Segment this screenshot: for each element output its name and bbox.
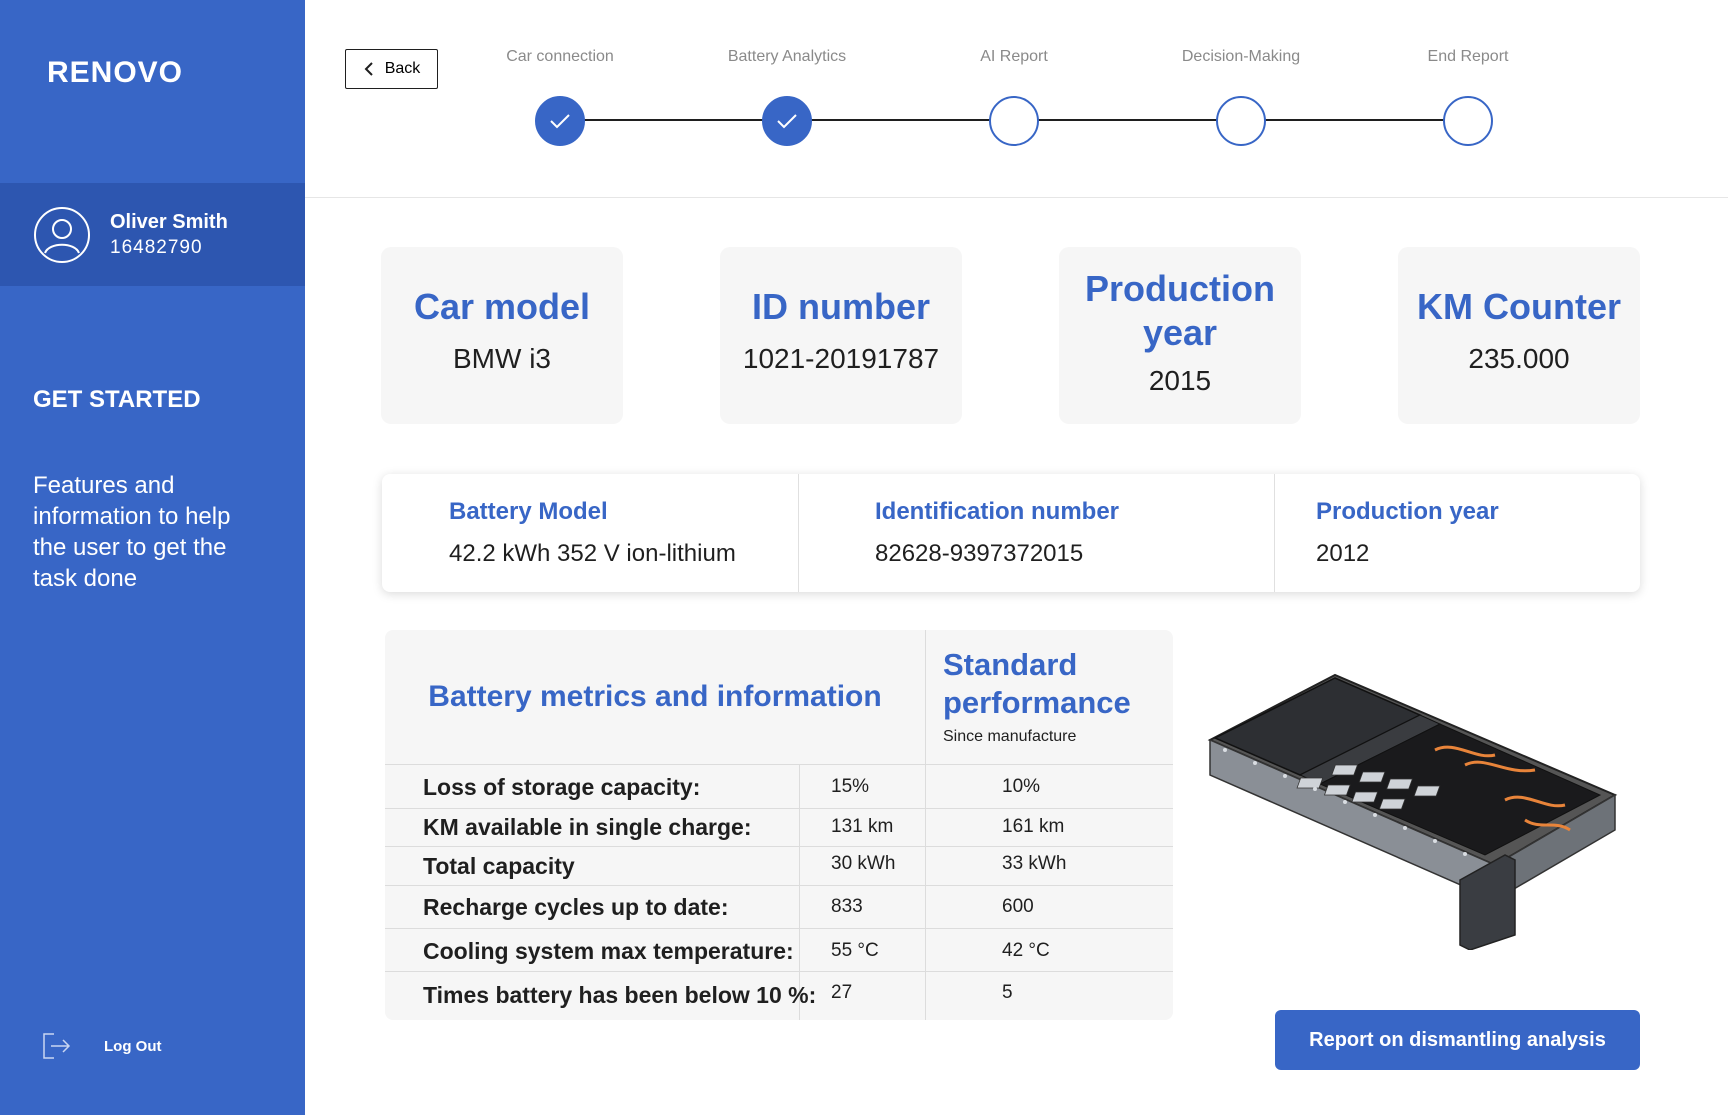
- metric-current: 15%: [831, 776, 870, 797]
- car-model-card: Car model BMW i3: [381, 247, 623, 424]
- metric-label: Recharge cycles up to date:: [423, 894, 729, 920]
- card-value: BMW i3: [453, 343, 551, 374]
- chevron-left-icon: [364, 62, 373, 76]
- table-row: Cooling system max temperature: 55 °C 42…: [385, 928, 1173, 971]
- metrics-title: Battery metrics and information: [428, 680, 882, 713]
- metric-label: Cooling system max temperature:: [423, 938, 794, 964]
- metric-standard: 5: [1002, 982, 1013, 1003]
- get-started-description: Features and information to help the use…: [33, 472, 231, 592]
- logout-label: Log Out: [104, 1037, 162, 1055]
- header-divider: [305, 197, 1728, 198]
- id-number-card: ID number 1021-20191787: [720, 247, 962, 424]
- standard-performance-header: Standard performance Since manufacture: [943, 646, 1143, 746]
- step-car-connection[interactable]: Car connection: [460, 48, 660, 146]
- user-id: 16482790: [110, 237, 203, 258]
- production-year-card: Production year 2015: [1059, 247, 1301, 424]
- back-label: Back: [384, 60, 421, 77]
- sidebar: RENOVO Oliver Smith 16482790 GET STARTED…: [0, 0, 305, 1115]
- step-indicator: [989, 96, 1039, 146]
- card-value: 2015: [1148, 365, 1212, 396]
- step-indicator: [1443, 96, 1493, 146]
- standard-title: Standard performance: [943, 647, 1131, 720]
- km-counter-card: KM Counter 235.000: [1398, 247, 1640, 424]
- card-title: ID number: [751, 286, 930, 327]
- battery-pack-image: [1207, 673, 1618, 950]
- metric-current: 55 °C: [831, 940, 879, 961]
- logout-button[interactable]: Log Out: [40, 1030, 161, 1062]
- battery-model-value: 42.2 kWh 352 V ion-lithium: [449, 540, 736, 567]
- divider: [798, 474, 799, 592]
- divider: [1274, 474, 1275, 592]
- standard-subtitle: Since manufacture: [943, 728, 1077, 745]
- report-dismantling-button[interactable]: Report on dismantling analysis: [1275, 1010, 1640, 1070]
- battery-model-label: Battery Model: [449, 498, 608, 525]
- progress-stepper: Car connection Battery Analytics AI Repo…: [440, 48, 1630, 158]
- metric-label: Times battery has been below 10 %:: [423, 982, 817, 1008]
- step-label: AI Report: [980, 48, 1048, 65]
- metric-label: Loss of storage capacity:: [423, 774, 701, 800]
- user-name: Oliver Smith: [110, 211, 228, 233]
- card-value: 1021-20191787: [742, 343, 940, 374]
- step-indicator: [535, 96, 585, 146]
- step-battery-analytics[interactable]: Battery Analytics: [687, 48, 887, 146]
- battery-year-value: 2012: [1316, 540, 1370, 567]
- app-logo: RENOVO: [47, 56, 184, 89]
- table-row: KM available in single charge: 131 km 16…: [385, 808, 1173, 846]
- check-icon: [550, 114, 570, 129]
- back-button[interactable]: Back: [345, 49, 438, 89]
- table-row: Loss of storage capacity: 15% 10%: [385, 764, 1173, 808]
- step-indicator: [762, 96, 812, 146]
- metric-standard: 10%: [1002, 776, 1041, 797]
- step-decision-making[interactable]: Decision-Making: [1141, 48, 1341, 146]
- logout-icon: [43, 1033, 71, 1059]
- step-label: End Report: [1427, 48, 1509, 65]
- battery-info-panel: Battery Model 42.2 kWh 352 V ion-lithium…: [382, 474, 1640, 592]
- get-started-title: GET STARTED: [33, 386, 201, 413]
- step-label: Car connection: [506, 48, 614, 65]
- table-row: Recharge cycles up to date: 833 600: [385, 885, 1173, 928]
- metric-current: 30 kWh: [831, 853, 896, 874]
- check-icon: [777, 114, 797, 129]
- card-title: KM Counter: [1417, 286, 1621, 327]
- battery-id-value: 82628-9397372015: [875, 540, 1084, 567]
- table-row: Total capacity 30 kWh 33 kWh: [385, 846, 1173, 885]
- step-end-report[interactable]: End Report: [1368, 48, 1568, 146]
- step-indicator: [1216, 96, 1266, 146]
- card-value: 235.000: [1468, 343, 1570, 374]
- battery-metrics-table: Battery metrics and information Standard…: [385, 630, 1173, 1020]
- metric-current: 833: [831, 896, 863, 917]
- metric-standard: 161 km: [1002, 816, 1065, 837]
- step-ai-report[interactable]: AI Report: [914, 48, 1114, 146]
- battery-year-label: Production year: [1316, 498, 1499, 525]
- metric-current: 131 km: [831, 816, 894, 837]
- user-avatar-icon: [34, 207, 90, 263]
- user-profile[interactable]: Oliver Smith 16482790: [0, 183, 305, 286]
- step-label: Battery Analytics: [727, 48, 847, 65]
- step-label: Decision-Making: [1181, 48, 1301, 65]
- table-row: Times battery has been below 10 %: 27 5: [385, 971, 1173, 1020]
- card-title: Production year: [1085, 268, 1275, 353]
- metric-standard: 42 °C: [1002, 940, 1050, 961]
- metric-label: KM available in single charge:: [423, 814, 752, 840]
- card-title: Car model: [413, 286, 591, 327]
- metric-standard: 33 kWh: [1002, 853, 1067, 874]
- metric-standard: 600: [1002, 896, 1034, 917]
- metric-current: 27: [831, 982, 853, 1003]
- battery-id-label: Identification number: [875, 498, 1120, 525]
- metric-label: Total capacity: [423, 853, 575, 879]
